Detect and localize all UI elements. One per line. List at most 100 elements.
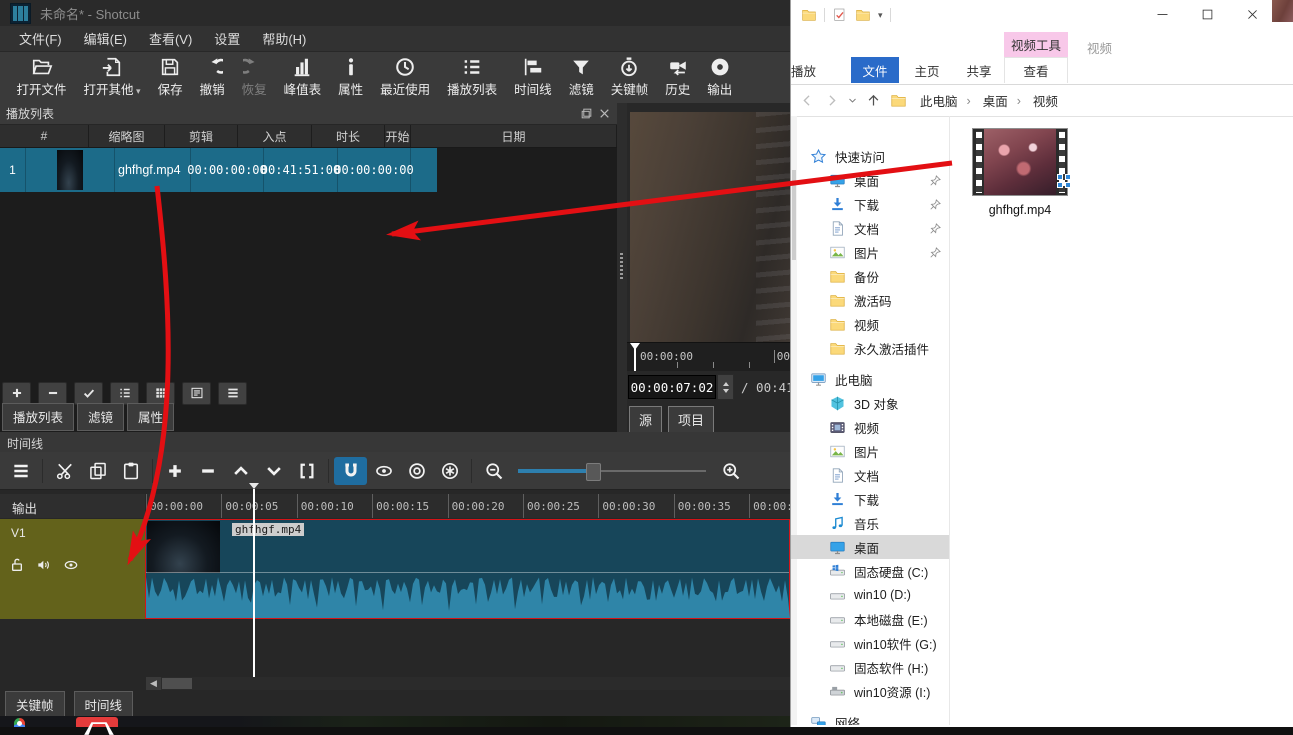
- ribbon-tab[interactable]: 共享: [955, 57, 1003, 83]
- back-icon[interactable]: [800, 93, 815, 108]
- sidebar-item[interactable]: 下载: [791, 487, 949, 511]
- column-header[interactable]: 剪辑: [165, 125, 238, 147]
- close-button[interactable]: [1230, 0, 1275, 29]
- sidebar-item[interactable]: win10资源 (I:): [791, 679, 949, 703]
- player-scrub-bar[interactable]: 00:00:00 00: [627, 342, 790, 371]
- toolbar-button[interactable]: 输出: [699, 55, 741, 99]
- menu-item[interactable]: 文件(F): [8, 29, 73, 48]
- toolbar-button[interactable]: 打开文件: [8, 55, 75, 99]
- scrub-playhead[interactable]: [634, 343, 636, 371]
- zoom-slider-handle[interactable]: [586, 463, 601, 481]
- playlist-row[interactable]: 1 ghfhgf.mp4 00:00:00:00 00:41:51:00 00:…: [0, 148, 437, 192]
- sidebar-item[interactable]: 下载: [791, 192, 949, 216]
- new-folder-icon[interactable]: [855, 7, 871, 23]
- toolbar-button[interactable]: 撤销: [191, 55, 233, 99]
- panel-tab[interactable]: 属性: [127, 403, 174, 431]
- sidebar-item[interactable]: win10软件 (G:): [791, 631, 949, 655]
- column-header[interactable]: 缩略图: [89, 125, 165, 147]
- sidebar-item[interactable]: 图片: [791, 240, 949, 264]
- sidebar-item[interactable]: 桌面: [791, 168, 949, 192]
- sidebar-item[interactable]: 激活码: [791, 288, 949, 312]
- sidebar-item[interactable]: 备份: [791, 264, 949, 288]
- timeline-hscrollbar[interactable]: ◀: [146, 677, 790, 690]
- qat-caret-icon[interactable]: ▾: [878, 10, 883, 21]
- menu-item[interactable]: 编辑(E): [73, 29, 138, 48]
- panel-tab[interactable]: 滤镜: [77, 403, 124, 431]
- player-tab[interactable]: 源: [629, 406, 662, 434]
- breadcrumb-item[interactable]: 此电脑: [916, 91, 975, 110]
- history-caret-icon[interactable]: [848, 96, 857, 105]
- shotcut-titlebar[interactable]: 未命名* - Shotcut: [0, 0, 790, 26]
- toolbar-button[interactable]: 保存: [149, 55, 191, 99]
- toolbar-button[interactable]: 打开其他: [75, 55, 149, 99]
- close-panel-icon[interactable]: [598, 107, 611, 120]
- column-header[interactable]: #: [0, 125, 89, 147]
- sidebar-item[interactable]: 文档: [791, 216, 949, 240]
- sidebar-item[interactable]: 永久激活插件: [791, 336, 949, 360]
- toolbar-button[interactable]: 峰值表: [275, 55, 330, 99]
- sidebar-item[interactable]: 固态软件 (H:): [791, 655, 949, 679]
- toolbar-button[interactable]: 时间线: [506, 55, 561, 99]
- toolbar-button[interactable]: 滤镜: [560, 55, 602, 99]
- scrollbar-thumb[interactable]: [162, 678, 192, 689]
- panel-tab[interactable]: 播放列表: [2, 403, 74, 431]
- video-preview[interactable]: [630, 112, 790, 342]
- breadcrumb-item[interactable]: 桌面: [979, 91, 1025, 110]
- minimize-button[interactable]: [1140, 0, 1185, 29]
- timeline-playhead[interactable]: [253, 489, 255, 677]
- timeline-clip[interactable]: ghfhgf.mp4: [145, 519, 790, 619]
- breadcrumb-item[interactable]: 视频: [1029, 91, 1071, 110]
- toolbar-button[interactable]: 关键帧: [602, 55, 657, 99]
- unlock-icon[interactable]: [9, 557, 25, 573]
- ribbon-tab[interactable]: 播放: [791, 57, 816, 83]
- toolbar-button[interactable]: 历史: [657, 55, 699, 99]
- sidebar-item[interactable]: 图片: [791, 439, 949, 463]
- track-header[interactable]: V1: [0, 519, 145, 619]
- red-app-taskbar-icon[interactable]: [76, 717, 118, 727]
- explorer-file-area[interactable]: ghfhgf.mp4: [950, 116, 1293, 725]
- toolbar-button[interactable]: 最近使用: [372, 55, 439, 99]
- file-item[interactable]: ghfhgf.mp4: [964, 128, 1076, 217]
- folder-icon[interactable]: [801, 7, 817, 23]
- timecode-spinner[interactable]: [717, 374, 734, 400]
- explorer-titlebar[interactable]: ▾: [791, 0, 1293, 30]
- maximize-button[interactable]: [1185, 0, 1230, 29]
- timeline-ruler[interactable]: 00:00:0000:00:0500:00:1000:00:1500:00:20…: [146, 494, 790, 518]
- float-panel-icon[interactable]: [580, 107, 593, 120]
- timeline-zoom-slider[interactable]: [518, 462, 706, 480]
- column-header[interactable]: 时长: [312, 125, 385, 147]
- up-directory-icon[interactable]: [866, 93, 881, 108]
- volume-icon[interactable]: [36, 557, 52, 573]
- toolbar-button[interactable]: 播放列表: [439, 55, 506, 99]
- ribbon-tab[interactable]: 主页: [903, 57, 951, 83]
- sidebar-item[interactable]: 3D 对象: [791, 391, 949, 415]
- menu-item[interactable]: 帮助(H): [251, 29, 317, 48]
- column-header[interactable]: 入点: [238, 125, 312, 147]
- ribbon-tab[interactable]: 文件: [851, 57, 899, 83]
- position-timecode-input[interactable]: 00:00:07:02: [628, 375, 716, 399]
- sidebar-item[interactable]: 网络: [791, 710, 949, 725]
- ribbon-tab[interactable]: 查看: [1004, 57, 1068, 83]
- sidebar-item[interactable]: 桌面: [791, 535, 949, 559]
- menu-item[interactable]: 查看(V): [138, 29, 203, 48]
- sidebar-item[interactable]: 文档: [791, 463, 949, 487]
- bottom-tab[interactable]: 时间线: [74, 691, 134, 716]
- column-header[interactable]: 开始: [385, 125, 411, 147]
- properties-check-icon[interactable]: [832, 7, 848, 23]
- video-tools-contextual-tab[interactable]: 视频工具: [1004, 32, 1068, 57]
- panel-splitter[interactable]: [617, 103, 627, 432]
- player-tab[interactable]: 项目: [668, 406, 714, 434]
- scroll-left-arrow[interactable]: ◀: [146, 677, 161, 690]
- sidebar-item[interactable]: 此电脑: [791, 367, 949, 391]
- chrome-taskbar-icon[interactable]: [14, 718, 25, 727]
- toolbar-button[interactable]: 恢复: [233, 55, 275, 99]
- forward-icon[interactable]: [824, 93, 839, 108]
- sidebar-item[interactable]: 视频: [791, 312, 949, 336]
- sidebar-item[interactable]: 本地磁盘 (E:): [791, 607, 949, 631]
- hide-icon[interactable]: [63, 557, 79, 573]
- sidebar-item[interactable]: win10 (D:): [791, 583, 949, 607]
- column-header[interactable]: 日期: [411, 125, 616, 147]
- timeline-output-label[interactable]: 输出: [0, 494, 145, 518]
- sidebar-item[interactable]: 音乐: [791, 511, 949, 535]
- toolbar-button[interactable]: 属性: [330, 55, 372, 99]
